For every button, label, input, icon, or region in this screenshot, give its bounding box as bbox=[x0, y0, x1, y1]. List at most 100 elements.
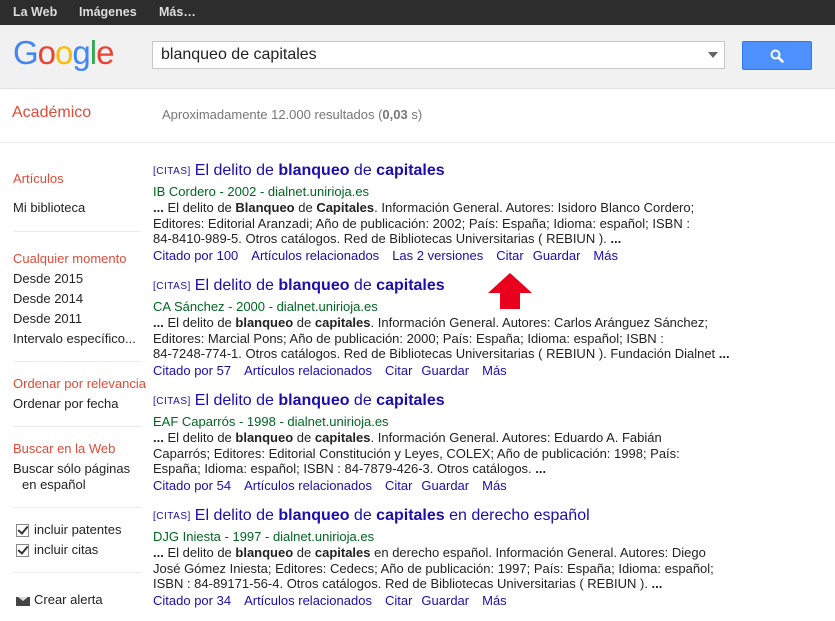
snippet-text: capitales bbox=[314, 430, 371, 445]
result-source: DJG Iniesta - 1997 - dialnet.unirioja.es bbox=[153, 529, 375, 544]
citado-por-link[interactable]: Citado por 57 bbox=[153, 363, 231, 378]
citar-link[interactable]: Citar bbox=[496, 248, 523, 263]
nav-mas[interactable]: Más… bbox=[159, 5, 196, 19]
result-title-link[interactable]: [CITAS] El delito de blanqueo de capitale… bbox=[153, 161, 753, 183]
title-part: blanqueo bbox=[278, 392, 350, 409]
result-title-link[interactable]: [CITAS] El delito de blanqueo de capitale… bbox=[153, 391, 753, 413]
snippet-ellipsis: ... bbox=[535, 461, 547, 477]
citado-por-link[interactable]: Citado por 100 bbox=[153, 248, 238, 263]
result-title-link[interactable]: [CITAS] El delito de blanqueo de capitale… bbox=[153, 276, 753, 298]
snippet-ellipsis: ... bbox=[153, 200, 168, 215]
title-part: El delito de bbox=[194, 392, 279, 409]
articulos-relacionados-link[interactable]: Artículos relacionados bbox=[244, 593, 372, 608]
citas-tag: [CITAS] bbox=[153, 396, 191, 407]
sidebar-incluir-citas[interactable]: incluir citas bbox=[34, 542, 98, 557]
sidebar-divider bbox=[13, 426, 141, 427]
mas-link[interactable]: Más bbox=[593, 248, 618, 263]
search-icon bbox=[770, 49, 784, 63]
sidebar-articulos[interactable]: Artículos bbox=[13, 171, 64, 186]
citas-tag: [CITAS] bbox=[153, 511, 191, 522]
guardar-link[interactable]: Guardar bbox=[421, 363, 469, 378]
sidebar-desde-2014[interactable]: Desde 2014 bbox=[13, 291, 83, 306]
red-arrow-annotation-icon bbox=[488, 273, 532, 309]
result-source: CA Sánchez - 2000 - dialnet.unirioja.es bbox=[153, 299, 378, 314]
snippet-line: ISBN : 84-89171-56-4. Otros catálogos. R… bbox=[153, 576, 753, 592]
snippet-line: ... El delito de Blanqueo de Capitales. … bbox=[153, 200, 753, 216]
sidebar-en-espanol[interactable]: en español bbox=[22, 477, 86, 492]
result-count: Aproximadamente 12.000 resultados (0,03 … bbox=[162, 107, 422, 122]
snippet-ellipsis: ... bbox=[153, 315, 168, 330]
title-part: capitales bbox=[376, 507, 445, 524]
sidebar-desde-2015[interactable]: Desde 2015 bbox=[13, 271, 83, 286]
search-options-dropdown-icon[interactable] bbox=[708, 52, 718, 58]
snippet-line: ... El delito de blanqueo de capitales. … bbox=[153, 315, 753, 331]
incluir-citas-checkbox[interactable] bbox=[16, 544, 29, 557]
nav-la-web[interactable]: La Web bbox=[13, 5, 57, 19]
search-result: [CITAS] El delito de blanqueo de capitale… bbox=[153, 391, 753, 494]
title-part: blanqueo bbox=[278, 162, 350, 179]
academico-title[interactable]: Académico bbox=[12, 104, 91, 122]
snippet-text: 84-8410-989-5. Otros catálogos. Red de B… bbox=[153, 231, 611, 247]
citas-tag: [CITAS] bbox=[153, 281, 191, 292]
nav-imagenes[interactable]: Imágenes bbox=[79, 5, 137, 19]
guardar-link[interactable]: Guardar bbox=[421, 593, 469, 608]
title-part: de bbox=[349, 277, 377, 294]
sidebar-ordenar-relevancia[interactable]: Ordenar por relevancia bbox=[13, 376, 146, 391]
search-header: Google bbox=[0, 25, 835, 89]
citado-por-link[interactable]: Citado por 54 bbox=[153, 478, 231, 493]
snippet-line: ... El delito de blanqueo de capitales. … bbox=[153, 430, 753, 446]
versiones-link[interactable]: Las 2 versiones bbox=[392, 248, 483, 263]
articulos-relacionados-link[interactable]: Artículos relacionados bbox=[244, 478, 372, 493]
sidebar-incluir-patentes[interactable]: incluir patentes bbox=[34, 522, 121, 537]
logo-letter: G bbox=[13, 34, 39, 71]
sidebar-desde-2011[interactable]: Desde 2011 bbox=[13, 311, 82, 326]
sidebar-cualquier-momento[interactable]: Cualquier momento bbox=[13, 251, 126, 266]
citar-link[interactable]: Citar bbox=[385, 363, 412, 378]
mas-link[interactable]: Más bbox=[482, 478, 507, 493]
snippet-ellipsis: ... bbox=[153, 430, 168, 445]
snippet-text: 84-7248-774-1. Otros catálogos. Red de B… bbox=[153, 346, 719, 362]
title-part: blanqueo bbox=[278, 507, 350, 524]
sidebar-buscar-paginas[interactable]: Buscar sólo páginas bbox=[13, 461, 130, 476]
mas-link[interactable]: Más bbox=[482, 363, 507, 378]
title-part: de bbox=[349, 392, 377, 409]
sidebar-crear-alerta[interactable]: Crear alerta bbox=[34, 592, 103, 607]
sidebar-ordenar-fecha[interactable]: Ordenar por fecha bbox=[13, 396, 119, 411]
incluir-patentes-checkbox[interactable] bbox=[16, 524, 29, 537]
snippet-text: blanqueo bbox=[235, 430, 294, 445]
snippet-line: 84-8410-989-5. Otros catálogos. Red de B… bbox=[153, 231, 753, 247]
result-title-link[interactable]: [CITAS] El delito de blanqueo de capitale… bbox=[153, 506, 753, 528]
articulos-relacionados-link[interactable]: Artículos relacionados bbox=[244, 363, 372, 378]
result-snippet: ... El delito de Blanqueo de Capitales. … bbox=[153, 200, 753, 247]
articulos-relacionados-link[interactable]: Artículos relacionados bbox=[251, 248, 379, 263]
search-input[interactable] bbox=[161, 46, 691, 64]
search-box bbox=[152, 41, 725, 69]
guardar-link[interactable]: Guardar bbox=[421, 478, 469, 493]
search-result: [CITAS] El delito de blanqueo de capitale… bbox=[153, 161, 753, 264]
mas-link[interactable]: Más bbox=[482, 593, 507, 608]
citar-link[interactable]: Citar bbox=[385, 593, 412, 608]
snippet-text: El delito de bbox=[167, 315, 236, 330]
title-part: El delito de bbox=[194, 277, 279, 294]
result-source: EAF Caparrós - 1998 - dialnet.unirioja.e… bbox=[153, 414, 389, 429]
snippet-text: capitales bbox=[314, 545, 371, 560]
snippet-text: ISBN : 84-89171-56-4. Otros catálogos. R… bbox=[153, 576, 652, 592]
guardar-link[interactable]: Guardar bbox=[533, 248, 581, 263]
sidebar-mi-biblioteca[interactable]: Mi biblioteca bbox=[13, 200, 85, 215]
result-snippet: ... El delito de blanqueo de capitales. … bbox=[153, 430, 753, 477]
mail-icon[interactable] bbox=[16, 597, 30, 606]
sidebar-intervalo-especifico[interactable]: Intervalo específico... bbox=[13, 331, 136, 346]
top-nav-bar: La Web Imágenes Más… bbox=[0, 0, 835, 25]
sidebar-divider bbox=[13, 361, 141, 362]
sidebar-divider bbox=[13, 231, 141, 232]
title-part: en derecho español bbox=[444, 507, 590, 524]
result-snippet: ... El delito de blanqueo de capitales. … bbox=[153, 315, 753, 362]
citar-link[interactable]: Citar bbox=[385, 478, 412, 493]
snippet-text: . Información General. Autores: Eduardo … bbox=[370, 430, 662, 445]
google-logo[interactable]: Google bbox=[13, 34, 114, 72]
snippet-line: Editores: Editorial Aranzadi; Año de pub… bbox=[153, 215, 690, 231]
sidebar-buscar-web[interactable]: Buscar en la Web bbox=[13, 441, 115, 456]
search-button[interactable] bbox=[742, 41, 812, 70]
citado-por-link[interactable]: Citado por 34 bbox=[153, 593, 231, 608]
snippet-ellipsis: ... bbox=[610, 231, 622, 247]
